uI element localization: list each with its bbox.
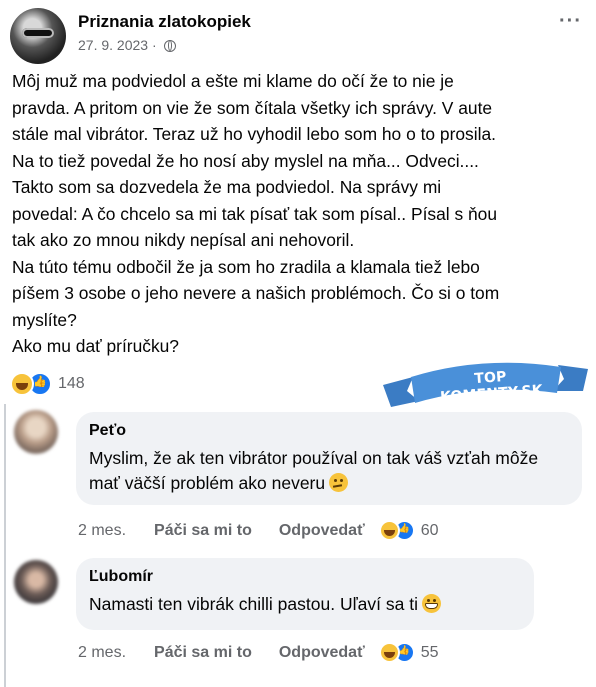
comment-avatar[interactable] — [14, 560, 58, 604]
page-avatar[interactable] — [10, 8, 66, 64]
comment-text-content: Myslim, že ak ten vibrátor používal on t… — [89, 448, 539, 493]
post-reaction-count[interactable]: 148 — [58, 375, 85, 393]
comment-author[interactable]: Peťo — [89, 422, 569, 440]
post-header: Priznania zlatokopiek 27. 9. 2023 · ··· — [10, 8, 586, 64]
comment-text: Namasti ten vibrák chilli pastou. Uľaví … — [89, 592, 521, 617]
more-options-icon[interactable]: ··· — [559, 11, 582, 31]
post-line: Na to tiež povedal že ho nosí aby myslel… — [12, 150, 479, 171]
post-body: Môj muž ma podviedol a ešte mi klame do … — [12, 68, 584, 360]
comment-reactions[interactable]: 55 — [378, 642, 439, 663]
thread-line — [4, 404, 6, 687]
comment-text-content: Namasti ten vibrák chilli pastou. Uľaví … — [89, 594, 418, 614]
grinning-face-icon — [421, 594, 441, 613]
comment-actions: 2 mes. Páči sa mi to Odpovedať 60 — [78, 520, 439, 541]
like-button[interactable]: Páči sa mi to — [154, 522, 252, 540]
globe-icon — [163, 40, 176, 52]
post-line: Môj muž ma podviedol a ešte mi klame do … — [12, 71, 454, 91]
thinking-face-icon — [329, 473, 349, 492]
post-line: píšem 3 osobe o jeho nevere a našich pro… — [12, 283, 500, 303]
comment-bubble: Peťo Myslim, že ak ten vibrátor používal… — [76, 412, 582, 505]
post-line: povedal: A čo chcelo sa mi tak písať tak… — [12, 203, 498, 224]
reply-button[interactable]: Odpovedať — [279, 644, 365, 662]
haha-reaction-icon — [378, 520, 400, 541]
comment-time[interactable]: 2 mes. — [78, 644, 126, 662]
post-line: tak ako zo mnou nikdy nepísal ani nehovo… — [12, 230, 355, 250]
topkomenty-banner: TOP KOMENTY.SK — [383, 355, 588, 415]
post-date[interactable]: 27. 9. 2023 — [78, 37, 148, 53]
post-reactions[interactable]: 148 — [10, 372, 85, 396]
comment-avatar[interactable] — [14, 410, 58, 454]
comment-author[interactable]: Ľubomír — [89, 568, 521, 586]
haha-reaction-icon — [10, 372, 34, 396]
meta-separator: · — [151, 37, 157, 53]
comment-actions: 2 mes. Páči sa mi to Odpovedať 55 — [78, 642, 439, 663]
post-line: Na túto tému odbočil že ja som ho zradil… — [12, 256, 480, 277]
comment-bubble: Ľubomír Namasti ten vibrák chilli pastou… — [76, 558, 534, 630]
comment-text: Myslim, že ak ten vibrátor používal on t… — [89, 446, 569, 496]
post-line: stále mal vibrátor. Teraz už ho vyhodil … — [12, 124, 496, 144]
comment-reaction-count: 60 — [420, 521, 439, 539]
comment-time[interactable]: 2 mes. — [78, 522, 126, 540]
comment-reaction-count: 55 — [420, 643, 439, 661]
post-line: Takto som sa dozvedela že ma podviedol. … — [12, 177, 442, 197]
post-line: pravda. A pritom on vie že som čítala vš… — [12, 97, 493, 118]
comment-reactions[interactable]: 60 — [378, 520, 439, 541]
post-meta: 27. 9. 2023 · — [78, 37, 176, 53]
page-name[interactable]: Priznania zlatokopiek — [78, 12, 251, 32]
like-button[interactable]: Páči sa mi to — [154, 644, 252, 662]
post-line: myslíte? — [12, 309, 77, 330]
haha-reaction-icon — [378, 642, 400, 663]
reply-button[interactable]: Odpovedať — [279, 522, 365, 540]
